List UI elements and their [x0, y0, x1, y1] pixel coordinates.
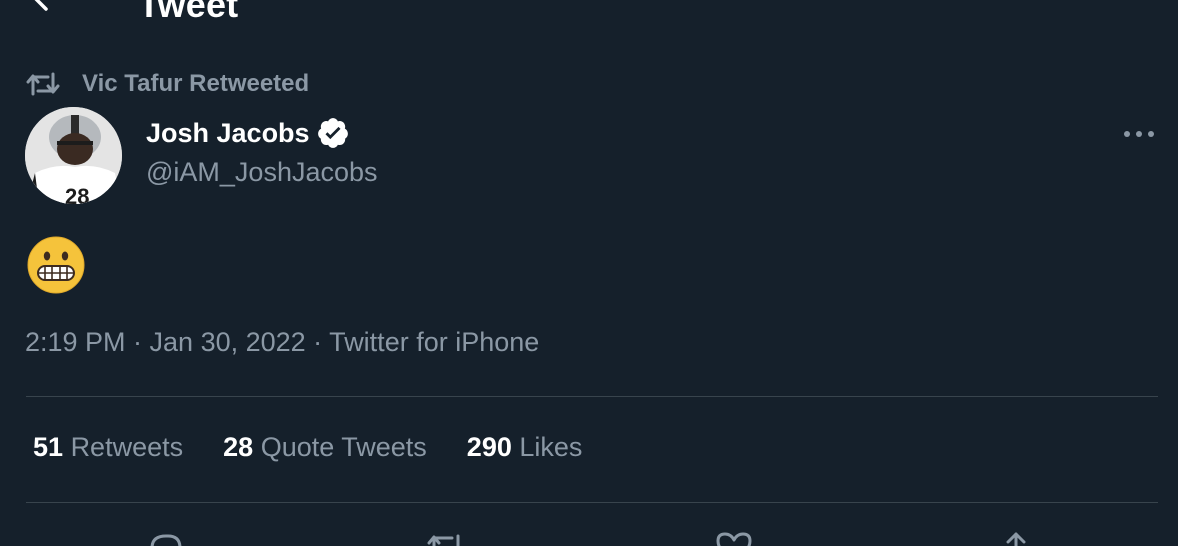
page-title: Tweet [138, 0, 239, 25]
retweets-stat[interactable]: 51 Retweets [33, 432, 183, 463]
divider [26, 396, 1158, 397]
tweet-stats: 51 Retweets 28 Quote Tweets 290 Likes [33, 432, 622, 463]
retweet-icon[interactable] [426, 528, 466, 546]
tweet-detail-page: Tweet Vic Tafur Retweeted 28 Josh Jacobs [0, 0, 1178, 546]
reply-icon[interactable] [146, 528, 186, 546]
retweet-context[interactable]: Vic Tafur Retweeted [26, 68, 309, 100]
back-arrow-icon[interactable] [28, 0, 68, 18]
quote-tweets-stat[interactable]: 28 Quote Tweets [223, 432, 427, 463]
avatar-photo: 28 [25, 107, 122, 204]
retweet-icon [26, 72, 60, 96]
more-options-icon[interactable] [1122, 124, 1156, 144]
likes-count: 290 [466, 432, 512, 462]
verified-badge-icon [317, 118, 348, 148]
likes-label: Likes [519, 432, 583, 462]
share-icon[interactable] [996, 528, 1036, 546]
tweet-timestamp-source[interactable]: 2:19 PM · Jan 30, 2022 · Twitter for iPh… [25, 327, 539, 358]
author-handle[interactable]: @iAM_JoshJacobs [146, 157, 378, 188]
likes-stat[interactable]: 290 Likes [467, 432, 583, 463]
retweets-label: Retweets [70, 432, 184, 462]
quote-tweets-count: 28 [223, 432, 254, 462]
divider [26, 502, 1158, 503]
retweets-count: 51 [33, 432, 64, 462]
retweet-context-label[interactable]: Vic Tafur Retweeted [82, 70, 309, 98]
author-name-row[interactable]: Josh Jacobs [146, 116, 350, 150]
author-name[interactable]: Josh Jacobs [146, 118, 310, 149]
grimacing-face-emoji [27, 236, 85, 294]
svg-text:28: 28 [65, 184, 89, 204]
like-icon[interactable] [714, 528, 754, 546]
quote-tweets-label: Quote Tweets [260, 432, 427, 462]
avatar[interactable]: 28 [25, 107, 122, 204]
